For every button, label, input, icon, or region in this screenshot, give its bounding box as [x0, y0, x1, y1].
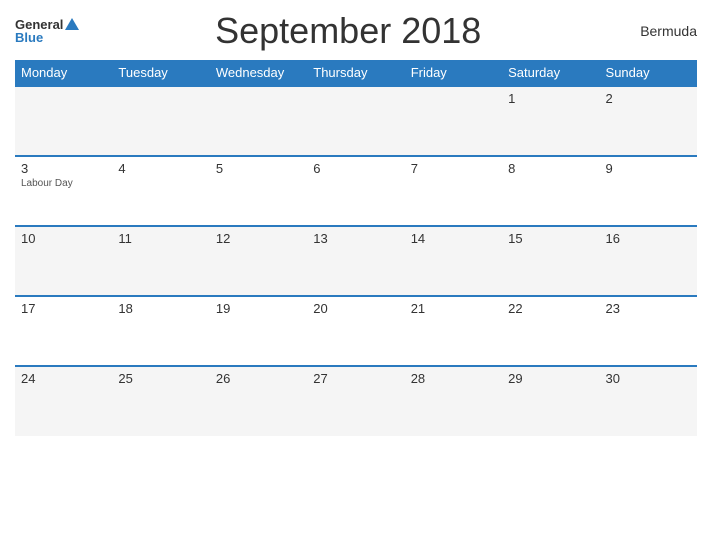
day-number: 17: [21, 301, 106, 316]
day-number: 15: [508, 231, 593, 246]
calendar-wrapper: General Blue September 2018 Bermuda Mond…: [0, 0, 712, 550]
day-number: 26: [216, 371, 301, 386]
holiday-name: Labour Day: [21, 178, 106, 189]
calendar-cell: 15: [502, 226, 599, 296]
calendar-cell: 27: [307, 366, 404, 436]
week-row-1: 12: [15, 86, 697, 156]
day-number: 18: [118, 301, 203, 316]
logo-blue-text: Blue: [15, 31, 79, 44]
day-number: 12: [216, 231, 301, 246]
day-number: 27: [313, 371, 398, 386]
day-number: 5: [216, 161, 301, 176]
calendar-cell: [210, 86, 307, 156]
calendar-cell: 26: [210, 366, 307, 436]
day-number: 2: [606, 91, 691, 106]
calendar-header: General Blue September 2018 Bermuda: [15, 10, 697, 52]
calendar-cell: 4: [112, 156, 209, 226]
logo: General Blue: [15, 18, 79, 44]
calendar-body: 123Labour Day456789101112131415161718192…: [15, 86, 697, 436]
day-number: 23: [606, 301, 691, 316]
day-number: 21: [411, 301, 496, 316]
calendar-cell: 1: [502, 86, 599, 156]
weekday-header-tuesday: Tuesday: [112, 60, 209, 86]
day-number: 20: [313, 301, 398, 316]
day-number: 4: [118, 161, 203, 176]
calendar-cell: 23: [600, 296, 697, 366]
day-number: 13: [313, 231, 398, 246]
weekday-header-monday: Monday: [15, 60, 112, 86]
weekday-header-thursday: Thursday: [307, 60, 404, 86]
calendar-cell: [307, 86, 404, 156]
day-number: 11: [118, 231, 203, 246]
calendar-cell: 14: [405, 226, 502, 296]
calendar-cell: 5: [210, 156, 307, 226]
calendar-cell: 10: [15, 226, 112, 296]
logo-triangle-icon: [65, 18, 79, 30]
day-number: 9: [606, 161, 691, 176]
calendar-cell: 17: [15, 296, 112, 366]
calendar-cell: 29: [502, 366, 599, 436]
calendar-cell: 24: [15, 366, 112, 436]
calendar-cell: 20: [307, 296, 404, 366]
day-number: 29: [508, 371, 593, 386]
calendar-cell: 13: [307, 226, 404, 296]
day-number: 6: [313, 161, 398, 176]
weekday-header-wednesday: Wednesday: [210, 60, 307, 86]
day-number: 16: [606, 231, 691, 246]
week-row-4: 17 18 19 20 21 22 23: [15, 296, 697, 366]
calendar-cell: 12: [210, 226, 307, 296]
calendar-cell: 19: [210, 296, 307, 366]
month-title: September 2018: [79, 10, 617, 52]
calendar-cell: 3 Labour Day: [15, 156, 112, 226]
calendar-cell: 6: [307, 156, 404, 226]
day-number: 19: [216, 301, 301, 316]
day-number: 7: [411, 161, 496, 176]
calendar-cell: [405, 86, 502, 156]
calendar-cell: 21: [405, 296, 502, 366]
week-row-2: 3 Labour Day 456789: [15, 156, 697, 226]
day-number: 10: [21, 231, 106, 246]
calendar-cell: 25: [112, 366, 209, 436]
calendar-header-row: MondayTuesdayWednesdayThursdayFridaySatu…: [15, 60, 697, 86]
day-number: 28: [411, 371, 496, 386]
calendar-cell: 2: [600, 86, 697, 156]
calendar-cell: 11: [112, 226, 209, 296]
week-row-5: 24 25 26 27 28 29 30: [15, 366, 697, 436]
calendar-cell: 16: [600, 226, 697, 296]
day-number: 3: [21, 161, 106, 176]
calendar-cell: 28: [405, 366, 502, 436]
day-number: 24: [21, 371, 106, 386]
calendar-cell: [112, 86, 209, 156]
calendar-cell: 8: [502, 156, 599, 226]
weekday-header-friday: Friday: [405, 60, 502, 86]
calendar-cell: 9: [600, 156, 697, 226]
calendar-table: MondayTuesdayWednesdayThursdayFridaySatu…: [15, 60, 697, 436]
day-number: 22: [508, 301, 593, 316]
calendar-cell: 18: [112, 296, 209, 366]
weekday-header-saturday: Saturday: [502, 60, 599, 86]
day-number: 25: [118, 371, 203, 386]
calendar-cell: 30: [600, 366, 697, 436]
weekday-header-sunday: Sunday: [600, 60, 697, 86]
week-row-3: 10 11 12 13 14 15 16: [15, 226, 697, 296]
calendar-cell: [15, 86, 112, 156]
calendar-cell: 7: [405, 156, 502, 226]
day-number: 8: [508, 161, 593, 176]
day-number: 14: [411, 231, 496, 246]
day-number: 30: [606, 371, 691, 386]
region-label: Bermuda: [617, 23, 697, 39]
calendar-cell: 22: [502, 296, 599, 366]
day-number: 1: [508, 91, 593, 106]
